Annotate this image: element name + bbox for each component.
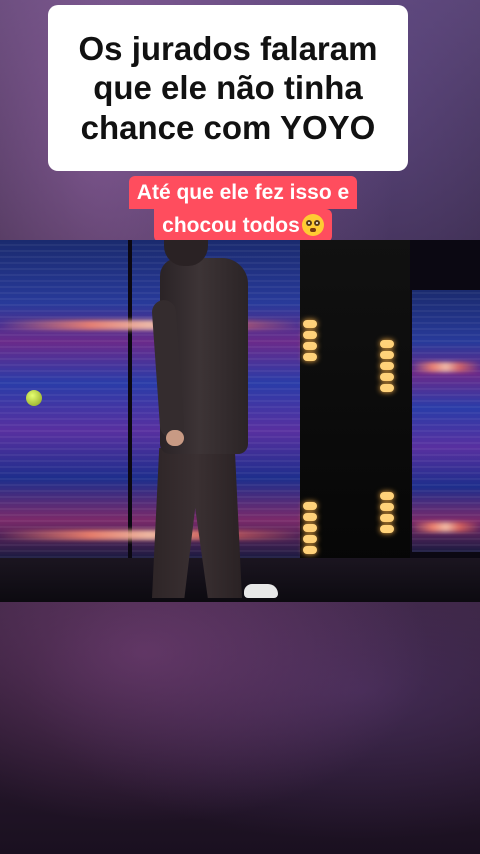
subtitle-line-2: chocou todos <box>162 214 300 238</box>
stage-lights-column <box>380 340 394 392</box>
stage-lights-column <box>303 502 317 554</box>
stage-light-band <box>412 522 480 532</box>
title-caption-box: Os jurados falaram que ele não tinha cha… <box>48 5 408 171</box>
subtitle-line-2-wrap: chocou todos <box>154 209 332 243</box>
stage-led-screen-left <box>0 240 128 558</box>
title-caption-text: Os jurados falaram que ele não tinha cha… <box>78 29 378 146</box>
stage-lights-column <box>380 492 394 533</box>
subtitle-line-1: Até que ele fez isso e <box>128 176 358 210</box>
performer <box>148 240 288 602</box>
performer-legs <box>152 448 242 598</box>
stage-led-screen-right <box>412 290 480 552</box>
subtitle-caption: Até que ele fez isso e chocou todos <box>118 176 368 243</box>
performer-hand <box>166 430 184 446</box>
video-frame[interactable] <box>0 240 480 602</box>
blurred-background-bottom <box>0 602 480 854</box>
yoyo-ball <box>26 390 42 406</box>
performer-shoe <box>244 584 278 598</box>
stage-light-band <box>412 362 480 372</box>
stage-lights-column <box>303 320 317 361</box>
video-reel-screen[interactable]: Os jurados falaram que ele não tinha cha… <box>0 0 480 854</box>
flushed-face-icon <box>301 214 324 237</box>
